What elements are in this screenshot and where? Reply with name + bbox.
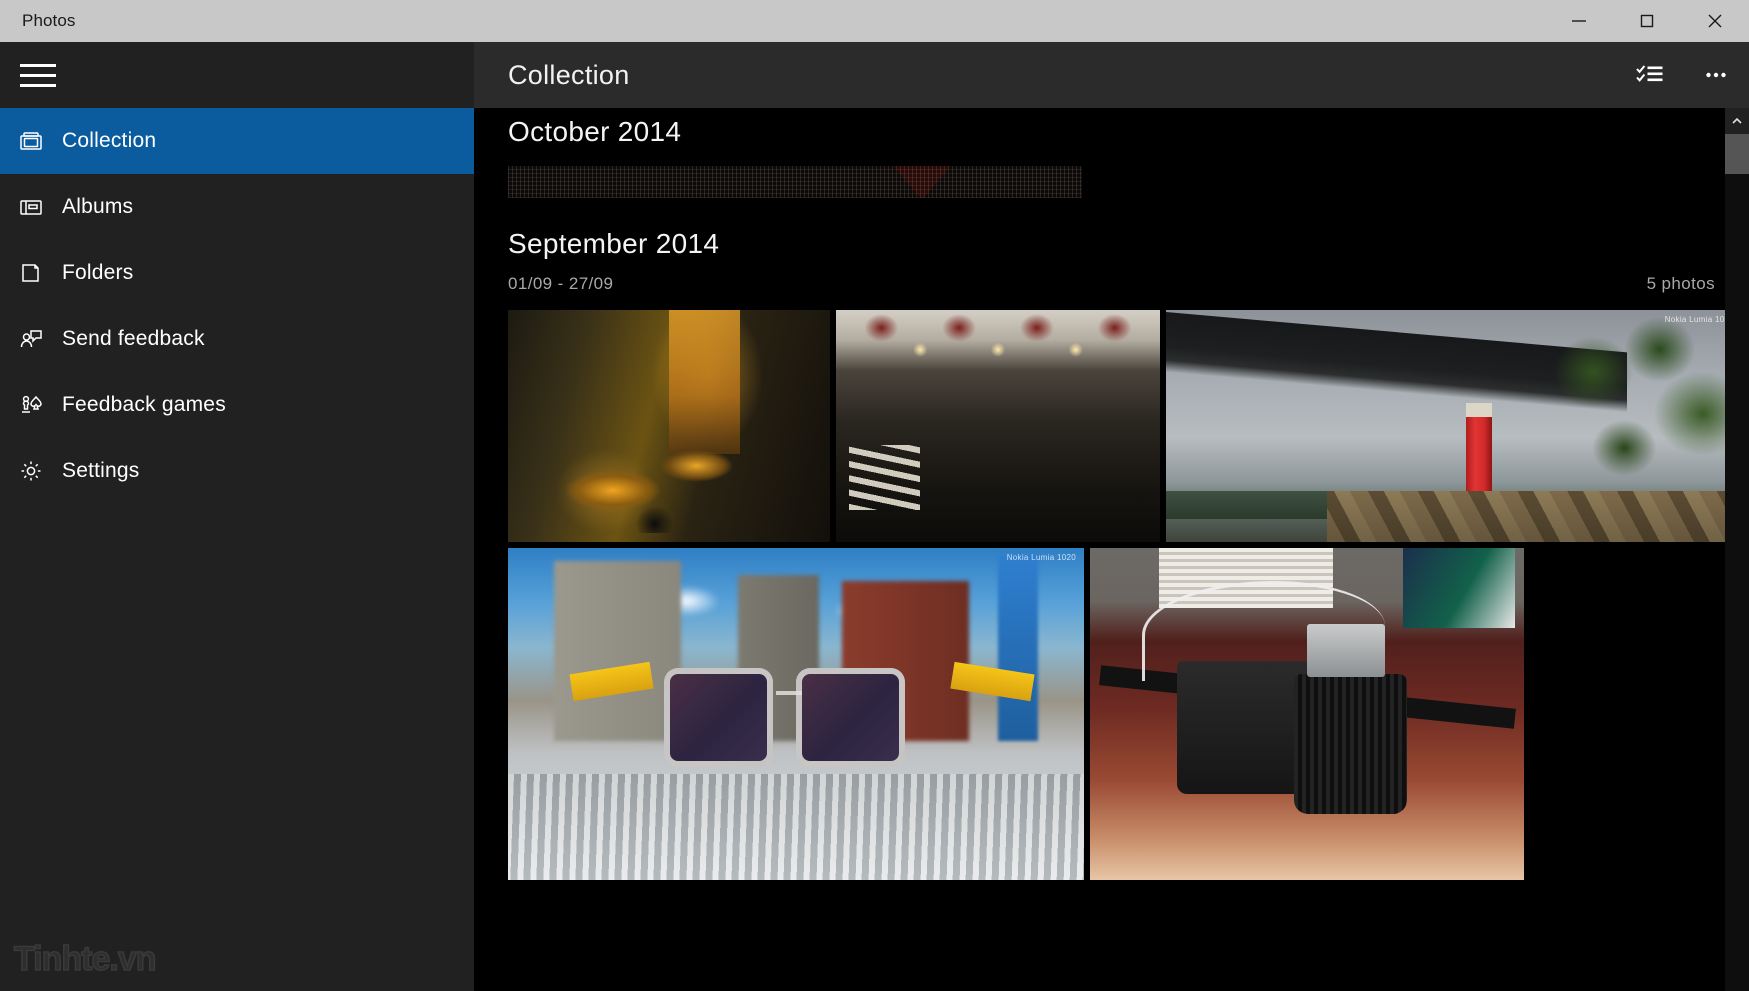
more-button[interactable] (1683, 42, 1749, 108)
camera-body-shape (1176, 660, 1307, 794)
vertical-scrollbar[interactable] (1725, 108, 1749, 991)
table-shape (508, 773, 1084, 880)
sidebar-item-label: Folders (62, 261, 134, 284)
photo-sony-camera[interactable] (1090, 548, 1524, 880)
umbrella-shape (997, 554, 1038, 741)
site-watermark: Tinhte.vn (13, 939, 157, 979)
folders-icon (0, 240, 62, 306)
sidebar: Collection Albums Folders Send feedback … (0, 42, 474, 991)
app-header: Collection (474, 42, 1749, 108)
month-heading: September 2014 (508, 228, 720, 259)
photo-scroll-area[interactable]: October 2014 September 2014 01/09 - 27/0… (474, 108, 1749, 991)
sidebar-item-send-feedback[interactable]: Send feedback (0, 306, 474, 372)
send-feedback-icon (0, 306, 62, 372)
minimize-button[interactable] (1545, 0, 1613, 42)
glasses-lens-shape (796, 667, 906, 768)
close-button[interactable] (1681, 0, 1749, 42)
sidebar-item-collection[interactable]: Collection (0, 108, 474, 174)
settings-gear-icon (0, 438, 62, 504)
camera-lens-shape (1293, 674, 1407, 814)
camera-watermark: Nokia Lumia 1020 (1664, 315, 1734, 324)
photo-night-street-motorbikes[interactable] (508, 310, 830, 542)
sidebar-item-folders[interactable]: Folders (0, 240, 474, 306)
scroll-up-arrow-icon[interactable] (1725, 108, 1749, 134)
camera-flash-shape (1307, 624, 1386, 678)
building-shape (554, 561, 681, 741)
date-range: 01/09 - 27/09 (508, 274, 614, 293)
albums-icon (0, 174, 62, 240)
header-actions (1617, 42, 1749, 108)
section-meta: 01/09 - 27/09 5 photos (508, 274, 1715, 294)
section-september: September 2014 01/09 - 27/09 5 photos No… (474, 228, 1749, 880)
sidebar-item-albums[interactable]: Albums (0, 174, 474, 240)
content-area: Collection October 2014 September 2014 0… (474, 42, 1749, 991)
sidebar-item-label: Albums (62, 195, 134, 218)
photo-night-street-crossing[interactable] (836, 310, 1160, 542)
collection-icon (0, 108, 62, 174)
camera-watermark: Nokia Lumia 1020 (1006, 553, 1076, 562)
scrollbar-track[interactable] (1725, 134, 1749, 991)
title-bar: Photos (0, 0, 1749, 42)
photo-row: Nokia Lumia 1020 (508, 548, 1749, 880)
maximize-button[interactable] (1613, 0, 1681, 42)
photo-count: 5 photos (1646, 274, 1715, 293)
sidebar-item-label: Feedback games (62, 393, 226, 416)
glasses-bridge-shape (775, 690, 802, 695)
sidebar-item-label: Send feedback (62, 327, 205, 350)
photo-sunglasses-city[interactable]: Nokia Lumia 1020 (508, 548, 1084, 880)
bag-shape (1402, 548, 1516, 628)
feedback-games-icon (0, 372, 62, 438)
app-title: Photos (22, 11, 76, 30)
sidebar-item-settings[interactable]: Settings (0, 438, 474, 504)
strip-shape (887, 166, 956, 198)
trees-shape (1546, 314, 1742, 505)
photo-row: Nokia Lumia 1020 (508, 310, 1749, 542)
month-heading: October 2014 (508, 116, 682, 147)
select-button[interactable] (1617, 42, 1683, 108)
page-title: Collection (508, 59, 630, 90)
photo-october-strip[interactable] (508, 166, 1082, 198)
hamburger-icon (14, 51, 62, 99)
sidebar-item-label: Settings (62, 459, 140, 482)
sidebar-item-label: Collection (62, 129, 157, 152)
photo-red-lighthouse[interactable]: Nokia Lumia 1020 (1166, 310, 1742, 542)
rocks-shape (1327, 490, 1742, 542)
hamburger-menu-button[interactable] (0, 42, 474, 108)
glasses-lens-shape (663, 667, 773, 768)
scrollbar-thumb[interactable] (1725, 134, 1749, 174)
window-controls (1545, 0, 1749, 42)
photo-grid: Nokia Lumia 1020 Nokia Lumia 1020 (474, 310, 1749, 880)
section-october: October 2014 (474, 108, 1749, 198)
sidebar-item-feedback-games[interactable]: Feedback games (0, 372, 474, 438)
